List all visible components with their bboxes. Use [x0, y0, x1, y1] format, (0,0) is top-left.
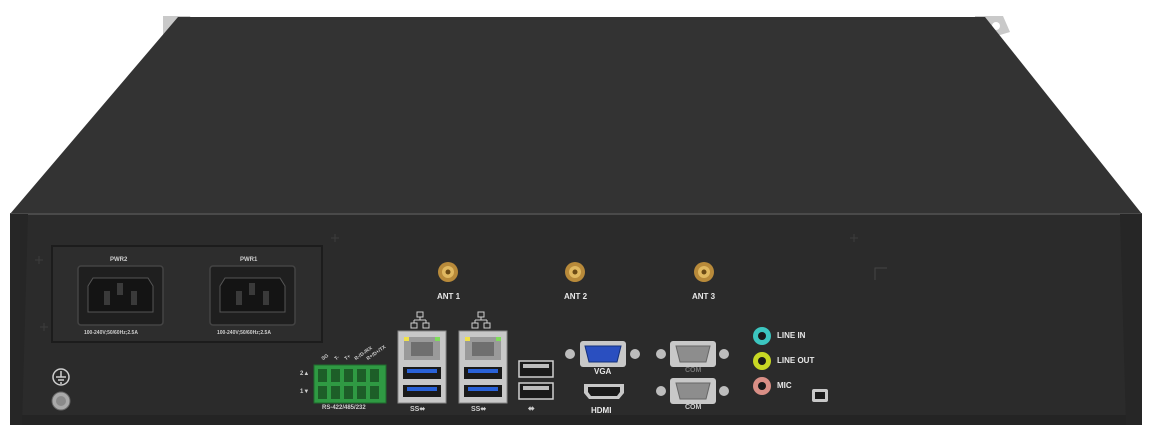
pwr2-rating: 100-240V;50/60Hz;2.5A — [84, 330, 138, 336]
rs-terminal-block — [313, 364, 387, 404]
power-inlet-pwr2 — [77, 265, 164, 326]
audio-jack-line-out — [753, 352, 771, 370]
antenna-connector-3 — [694, 262, 714, 282]
com2-label: COM — [685, 404, 702, 411]
rs-terminal-label: RS-422/485/232 — [322, 405, 366, 411]
audio-jack-line-in — [753, 327, 771, 345]
ground-screw — [51, 391, 71, 411]
line-out-label: LINE OUT — [777, 356, 815, 365]
pwr2-label: PWR2 — [110, 257, 128, 263]
usb3-label-1: SS⬌ — [410, 406, 426, 413]
power-inlet-pwr1 — [209, 265, 296, 326]
ant1-label: ANT 1 — [437, 292, 461, 301]
lan-usb-stack-2 — [458, 330, 508, 404]
lan-usb-stack-1 — [397, 330, 447, 404]
ant2-label: ANT 2 — [564, 292, 588, 301]
chassis-top — [10, 17, 1142, 214]
antenna-connector-1 — [438, 262, 458, 282]
antenna-connector-2 — [565, 262, 585, 282]
row-label-2: 2▲ — [300, 371, 310, 377]
com1-label: COM — [685, 367, 702, 374]
hdmi-label: HDMI — [591, 406, 612, 415]
audio-jack-mic — [753, 377, 771, 395]
ant3-label: ANT 3 — [692, 292, 716, 301]
pwr1-rating: 100-240V;50/60Hz;2.5A — [217, 330, 271, 336]
row-label-1: 1▼ — [300, 389, 310, 395]
line-in-label: LINE IN — [777, 331, 806, 340]
usb2-label: ⬌ — [528, 404, 535, 413]
chassis-illustration — [10, 16, 1142, 425]
hdmi-port — [584, 384, 624, 399]
usb3-label-2: SS⬌ — [471, 406, 487, 413]
kensington-lock-slot — [812, 389, 828, 402]
pwr1-label: PWR1 — [240, 257, 258, 263]
vga-label: VGA — [594, 367, 612, 376]
mic-label: MIC — [777, 381, 792, 390]
